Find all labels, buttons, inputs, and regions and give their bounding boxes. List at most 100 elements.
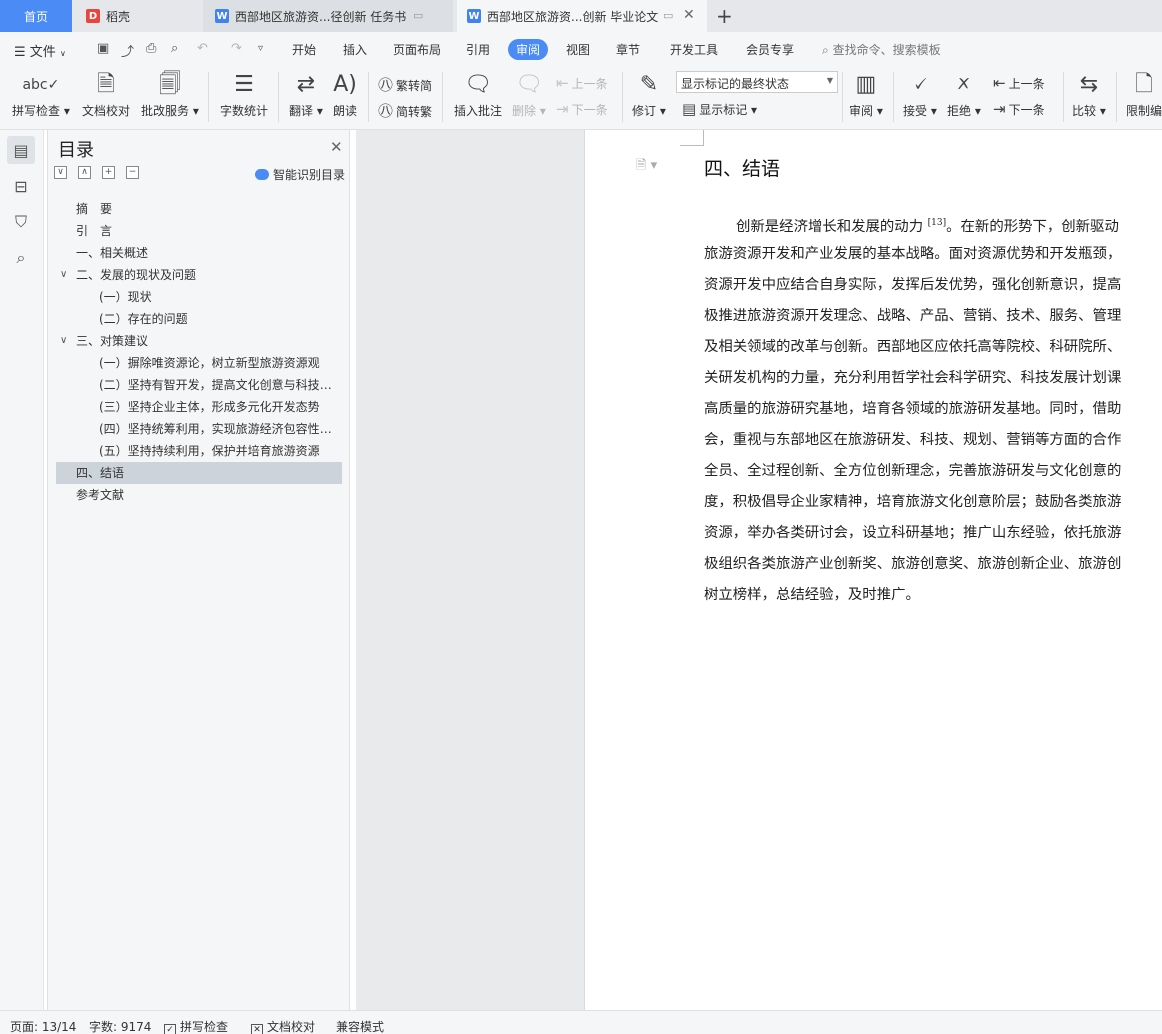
menu-view[interactable]: 视图 [566, 41, 590, 58]
search-icon[interactable]: ⌕ [7, 244, 35, 272]
toc-item[interactable]: (一）摒除唯资源论，树立新型旅游资源观 [56, 352, 342, 374]
revise-service-button[interactable]: 🗐 批改服务 ▾ [141, 70, 199, 119]
command-search[interactable]: ⌕ 查找命令、搜索模板 [822, 41, 941, 58]
restrict-edit-button[interactable]: 🗋 限制编 [1126, 70, 1162, 119]
status-doc-proof-label: 文档校对 [267, 1020, 316, 1034]
print-icon[interactable]: ⎙ [146, 41, 156, 56]
show-markup-button[interactable]: ▤ 显示标记 ▾ [682, 100, 757, 118]
word-count-icon: ☰ [234, 72, 254, 97]
compare-label: 比较 [1072, 104, 1097, 118]
toc-item-label: (三）坚持企业主体，形成多元化开发态势 [99, 400, 320, 414]
smart-toc-button[interactable]: 智能识别目录 [255, 166, 345, 183]
delete-comment-button[interactable]: 🗨 删除 ▾ [512, 70, 546, 119]
doc-text-line: 及相关领域的改革与创新。西部地区应依托高等院校、科研院所、 [704, 339, 1122, 355]
tab-doc-thesis[interactable]: W 西部地区旅游资...创新 毕业论文 ▭ ✕ [457, 0, 707, 32]
close-icon[interactable]: ✕ [330, 138, 343, 156]
ribbon-divider [842, 72, 843, 122]
toc-nav-icon[interactable]: ▤ [7, 136, 35, 164]
trad-to-simp-button[interactable]: ㊇繁转简 [378, 74, 432, 95]
page-indicator[interactable]: 页面: 13/14 [10, 1018, 76, 1034]
redo-icon[interactable]: ↷ [231, 41, 242, 56]
paragraph-menu-icon[interactable]: 🗎 ▾ [636, 156, 657, 178]
spell-check-button[interactable]: abc✓ 拼写检查 ▾ [12, 70, 70, 119]
tab-home[interactable]: 首页 [0, 0, 72, 32]
chevron-down-icon[interactable]: ∨ [60, 264, 67, 286]
new-tab-button[interactable]: + [716, 4, 733, 28]
toc-item[interactable]: ∨ 二、发展的现状及问题 [56, 264, 342, 286]
doc-text-line: 度，积极倡导企业家精神，培育旅游文化创意阶层；鼓励各类旅游 [704, 494, 1122, 510]
toc-item[interactable]: (二）坚持有智开发，提高文化创意与科技含量 [56, 374, 342, 396]
customize-quick-access-icon[interactable]: ▿ [258, 43, 263, 54]
page-margin-marker [680, 130, 704, 146]
read-aloud-button[interactable]: A) 朗读 [333, 70, 357, 119]
export-icon[interactable]: ⤴ [121, 41, 134, 60]
menu-developer[interactable]: 开发工具 [670, 41, 718, 58]
markup-display-select[interactable]: 显示标记的最终状态 ▼ [676, 71, 838, 93]
citation-mark[interactable]: [13] [928, 218, 946, 228]
doc-proof-button[interactable]: 🗎 文档校对 [82, 70, 130, 119]
toc-item[interactable]: (三）坚持企业主体，形成多元化开发态势 [56, 396, 342, 418]
track-changes-button[interactable]: ✎ 修订 ▾ [632, 70, 666, 119]
reject-icon: 🗴 [955, 72, 973, 97]
chevron-down-icon: ∨ [59, 49, 66, 58]
undo-icon[interactable]: ↶ [197, 41, 208, 56]
toc-item[interactable]: (二）存在的问题 [56, 308, 342, 330]
toc-item-label: (五）坚持持续利用，保护并培育旅游资源 [99, 444, 320, 458]
doc-text-line: 会，重视与东部地区在旅游研发、科技、规划、营销等方面的合作 [704, 432, 1122, 448]
toc-item[interactable]: (四）坚持统筹利用，实现旅游经济包容性增长 [56, 418, 342, 440]
reject-button[interactable]: 🗴 拒绝 ▾ [947, 70, 981, 119]
menu-references[interactable]: 引用 [466, 41, 490, 58]
accept-icon: 🗸 [912, 72, 928, 97]
menu-home[interactable]: 开始 [292, 41, 316, 58]
toc-item[interactable]: ∨ 三、对策建议 [56, 330, 342, 352]
doc-proof-label: 文档校对 [82, 104, 131, 118]
toc-item[interactable]: 引 言 [56, 220, 342, 242]
toc-item-label: 引 言 [76, 224, 113, 238]
review-pane-button[interactable]: ▥ 审阅 ▾ [849, 70, 883, 119]
toc-item[interactable]: 一、相关概述 [56, 242, 342, 264]
simp-to-trad-button[interactable]: ㊇简转繁 [378, 100, 432, 121]
menu-review[interactable]: 审阅 [508, 39, 549, 60]
bookmark-icon[interactable]: ⛉ [7, 208, 35, 236]
revise-service-label: 批改服务 [141, 104, 190, 118]
close-tab-icon[interactable]: ✕ [683, 7, 695, 23]
translate-button[interactable]: ⇄ 翻译 ▾ [289, 70, 323, 119]
accept-button[interactable]: 🗸 接受 ▾ [903, 70, 937, 119]
menu-page-layout[interactable]: 页面布局 [393, 41, 441, 58]
word-count-button[interactable]: ☰ 字数统计 [220, 70, 268, 119]
toc-item[interactable]: (一）现状 [56, 286, 342, 308]
toc-item[interactable]: (五）坚持持续利用，保护并培育旅游资源 [56, 440, 342, 462]
next-change-button[interactable]: ⇥ 下一条 [993, 100, 1045, 118]
menu-member[interactable]: 会员专享 [746, 41, 794, 58]
insert-comment-button[interactable]: 🗨 插入批注 [454, 70, 502, 119]
collapse-all-icon[interactable]: ∨ [54, 166, 67, 179]
doc-text-line: 高质量的旅游研究基地，培育各领域的旅游研发基地。同时，借助 [704, 401, 1122, 417]
remove-heading-icon[interactable]: − [126, 166, 139, 179]
status-doc-proof[interactable]: ✕ 文档校对 [251, 1018, 315, 1034]
toc-item[interactable]: 四、结语 [56, 462, 342, 484]
track-changes-icon: ✎ [639, 72, 659, 97]
restrict-edit-icon: 🗋 [1135, 72, 1153, 97]
tab-daoke[interactable]: D 稻壳 [74, 0, 199, 32]
compare-button[interactable]: ⇆ 比较 ▾ [1072, 70, 1106, 119]
tab-doc-task[interactable]: W 西部地区旅游资...径创新 任务书 ▭ [203, 0, 453, 32]
print-preview-icon[interactable]: ⌕ [171, 41, 178, 56]
menu-chapter[interactable]: 章节 [616, 41, 640, 58]
doc-text-line: 极推进旅游资源开发理念、战略、产品、营销、技术、服务、管理 [704, 308, 1122, 324]
toc-item[interactable]: 参考文献 [56, 484, 342, 506]
prev-change-button[interactable]: ⇤ 上一条 [993, 74, 1045, 92]
status-spell-check[interactable]: ✓ 拼写检查 [164, 1018, 228, 1034]
file-menu[interactable]: ☰ 文件 ∨ [14, 41, 66, 60]
delete-comment-label: 删除 [512, 104, 537, 118]
prev-comment-button[interactable]: ⇤ 上一条 [556, 74, 608, 92]
chevron-down-icon[interactable]: ∨ [60, 330, 67, 352]
save-icon[interactable]: ▣ [97, 41, 109, 56]
word-count-indicator[interactable]: 字数: 9174 [89, 1018, 151, 1034]
menu-insert[interactable]: 插入 [343, 41, 367, 58]
compare-icon: ⇆ [1079, 72, 1099, 97]
expand-level-icon[interactable]: ∧ [78, 166, 91, 179]
add-heading-icon[interactable]: + [102, 166, 115, 179]
chapter-nav-icon[interactable]: ⊟ [7, 172, 35, 200]
toc-item[interactable]: 摘 要 [56, 198, 342, 220]
next-comment-button[interactable]: ⇥ 下一条 [556, 100, 608, 118]
